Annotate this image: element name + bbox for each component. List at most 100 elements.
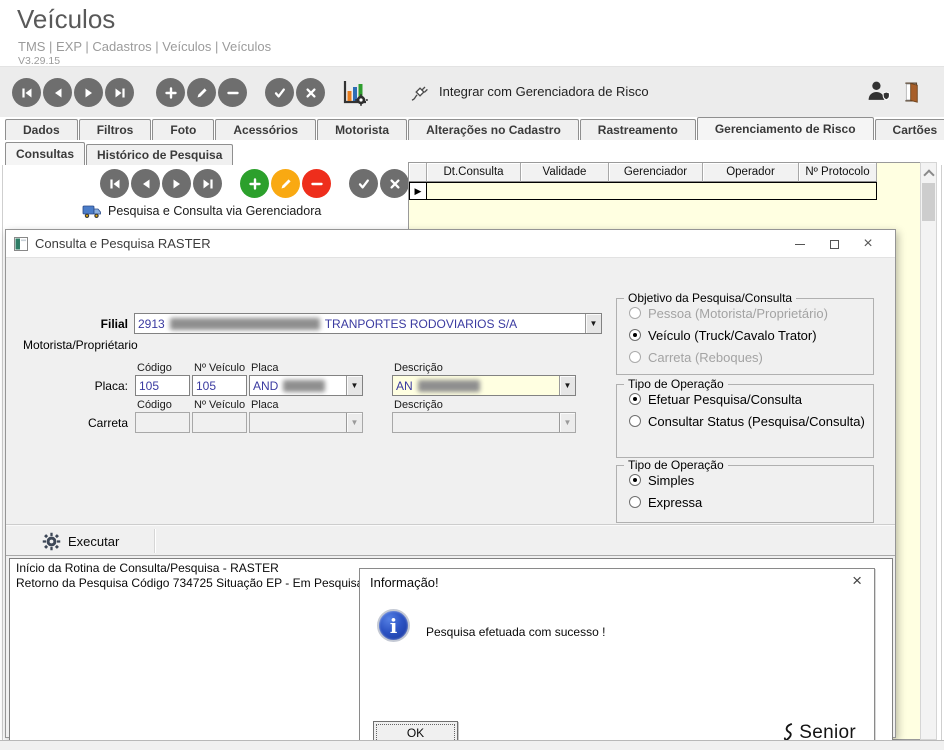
grid-current-row[interactable]: ▶ [409, 182, 877, 200]
integrate-risk-manager[interactable]: Integrar com Gerenciadora de Risco [410, 81, 649, 102]
radio-simples[interactable]: Simples [629, 472, 873, 488]
carreta-descricao-combobox[interactable]: ▼ [392, 412, 576, 433]
last-record-button[interactable] [105, 78, 134, 107]
grid-add-button[interactable] [240, 169, 269, 198]
grid-column-validade[interactable]: Validade [521, 163, 609, 182]
tipo-operacao-group-title: Tipo de Operação [624, 377, 728, 391]
truck-icon [82, 203, 102, 219]
next-record-button[interactable] [74, 78, 103, 107]
grid-column-dt-consulta[interactable]: Dt.Consulta [427, 163, 521, 182]
descricao-column-label: Descrição [394, 362, 443, 374]
tab-acessorios[interactable]: Acessórios [215, 119, 316, 140]
carreta-placa-combobox[interactable]: ▼ [249, 412, 363, 433]
grid-column-operador[interactable]: Operador [703, 163, 799, 182]
redacted-text [170, 318, 320, 330]
tab-filtros[interactable]: Filtros [79, 119, 152, 140]
placa-codigo-field[interactable]: 105 [135, 375, 190, 396]
last-record-icon [200, 176, 216, 192]
delete-button[interactable] [218, 78, 247, 107]
scroll-up-icon[interactable] [925, 169, 933, 177]
placa-column-label: Placa [251, 362, 279, 374]
maximize-icon [830, 240, 839, 249]
radio-efetuar-pesquisa[interactable]: Efetuar Pesquisa/Consulta [629, 391, 873, 407]
message-text: Pesquisa efetuada com sucesso ! [426, 625, 605, 639]
exit-door-icon[interactable] [901, 80, 923, 104]
grid-cancel-button[interactable] [380, 169, 409, 198]
message-box-close-button[interactable]: × [852, 572, 862, 590]
grid-vertical-scrollbar[interactable] [920, 162, 937, 740]
grid-previous-button[interactable] [131, 169, 160, 198]
dialog-close-button[interactable]: × [851, 230, 885, 258]
previous-record-button[interactable] [43, 78, 72, 107]
pesquisa-gerenciadora-button[interactable]: Pesquisa e Consulta via Gerenciadora [82, 203, 321, 219]
add-icon [247, 176, 263, 192]
dialog-minimize-button[interactable] [783, 230, 817, 258]
grid-next-button[interactable] [162, 169, 191, 198]
tab-alteracoes-no-cadastro[interactable]: Alterações no Cadastro [408, 119, 579, 140]
dropdown-arrow-icon[interactable]: ▼ [346, 376, 362, 395]
tab-consultas[interactable]: Consultas [5, 142, 85, 165]
redacted-text [283, 380, 325, 392]
gear-icon [42, 532, 61, 551]
tipo-operacao-groupbox-1: Tipo de Operação Efetuar Pesquisa/Consul… [616, 384, 874, 458]
dialog-maximize-button[interactable] [817, 230, 851, 258]
edit-button[interactable] [187, 78, 216, 107]
add-icon [163, 85, 179, 101]
placa-descricao-combobox[interactable]: AN ▼ [392, 375, 576, 396]
carreta-n-veiculo-field[interactable] [192, 412, 247, 433]
tab-historico-de-pesquisa[interactable]: Histórico de Pesquisa [86, 144, 233, 165]
tab-dados[interactable]: Dados [5, 119, 78, 140]
execute-button[interactable]: Executar [42, 529, 119, 553]
grid-column-n-protocolo[interactable]: Nº Protocolo [799, 163, 877, 182]
execute-label: Executar [68, 534, 119, 549]
carreta-codigo-field[interactable] [135, 412, 190, 433]
grid-confirm-button[interactable] [349, 169, 378, 198]
information-message-box: Informação! × i Pesquisa efetuada com su… [359, 568, 875, 750]
next-record-icon [81, 85, 97, 101]
grid-delete-button[interactable] [302, 169, 331, 198]
integrate-risk-manager-label: Integrar com Gerenciadora de Risco [439, 84, 649, 99]
radio-consultar-status[interactable]: Consultar Status (Pesquisa/Consulta) [629, 413, 873, 429]
close-icon: × [863, 236, 872, 252]
placa-n-veiculo-field[interactable]: 105 [192, 375, 247, 396]
filial-combobox[interactable]: 2913 TRANPORTES RODOVIARIOS S/A ▼ [134, 313, 602, 334]
grid-edit-button[interactable] [271, 169, 300, 198]
radio-veiculo[interactable]: Veículo (Truck/Cavalo Trator) [629, 327, 873, 343]
row-pointer-icon: ▶ [410, 183, 427, 199]
execute-toolbar: Executar [6, 524, 895, 556]
previous-record-icon [138, 176, 154, 192]
first-record-icon [107, 176, 123, 192]
window-icon [14, 237, 28, 251]
scrollbar-thumb[interactable] [922, 183, 935, 221]
consultas-toolbar [100, 169, 411, 198]
add-button[interactable] [156, 78, 185, 107]
application-window: Veículos TMS | EXP | Cadastros | Veículo… [0, 0, 944, 750]
tab-rastreamento[interactable]: Rastreamento [580, 119, 696, 140]
radio-expressa[interactable]: Expressa [629, 494, 873, 510]
radio-icon [629, 307, 641, 319]
first-record-button[interactable] [12, 78, 41, 107]
delete-icon [309, 176, 325, 192]
radio-carreta[interactable]: Carreta (Reboques) [629, 349, 873, 365]
placa-placa-combobox[interactable]: AND ▼ [249, 375, 363, 396]
cancel-button[interactable] [296, 78, 325, 107]
carreta-row-label: Carreta [64, 416, 128, 430]
user-permissions-icon[interactable] [866, 79, 891, 104]
tab-gerenciamento-de-risco[interactable]: Gerenciamento de Risco [697, 117, 874, 140]
tab-motorista[interactable]: Motorista [317, 119, 407, 140]
descricao-value-prefix: AN [396, 379, 413, 393]
grid-column-gerenciador[interactable]: Gerenciador [609, 163, 703, 182]
tab-cartoes[interactable]: Cartões [875, 119, 944, 140]
pesquisa-gerenciadora-label: Pesquisa e Consulta via Gerenciadora [108, 204, 321, 218]
dialog-titlebar[interactable]: Consulta e Pesquisa RASTER × [6, 230, 895, 258]
grid-last-button[interactable] [193, 169, 222, 198]
grid-first-button[interactable] [100, 169, 129, 198]
edit-pencil-icon [194, 85, 210, 101]
main-tabs: Dados Filtros Foto Acessórios Motorista … [5, 117, 944, 140]
tab-foto[interactable]: Foto [152, 119, 214, 140]
dropdown-arrow-icon[interactable]: ▼ [559, 376, 575, 395]
confirm-button[interactable] [265, 78, 294, 107]
chart-settings-icon[interactable] [341, 79, 368, 106]
dropdown-arrow-icon[interactable]: ▼ [585, 314, 601, 333]
radio-pessoa[interactable]: Pessoa (Motorista/Proprietário) [629, 305, 873, 321]
